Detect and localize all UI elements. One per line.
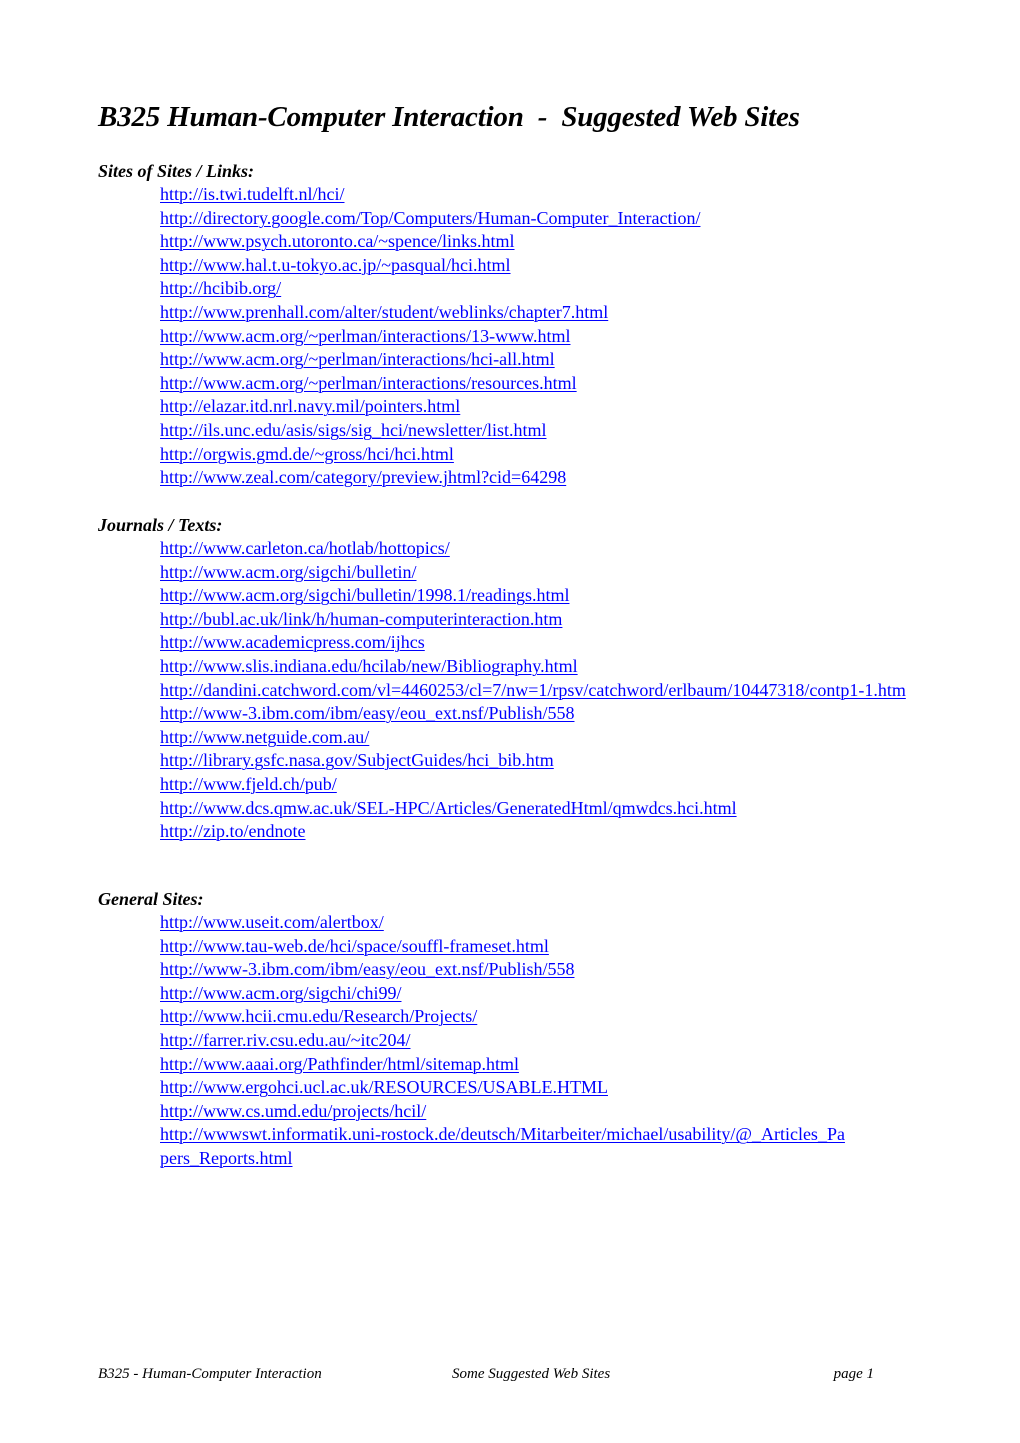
web-link[interactable]: http://www.hcii.cmu.edu/Research/Project…	[160, 1006, 477, 1026]
web-link[interactable]: http://elazar.itd.nrl.navy.mil/pointers.…	[160, 396, 460, 416]
list-item: http://dandini.catchword.com/vl=4460253/…	[160, 679, 950, 703]
list-item: http://www.ergohci.ucl.ac.uk/RESOURCES/U…	[160, 1076, 958, 1100]
list-item: http://www.dcs.qmw.ac.uk/SEL-HPC/Article…	[160, 797, 958, 821]
page-footer: B325 - Human-Computer Interaction Some S…	[98, 1364, 874, 1384]
web-link[interactable]: http://www.carleton.ca/hotlab/hottopics/	[160, 538, 450, 558]
list-item: http://www.fjeld.ch/pub/	[160, 773, 958, 797]
list-item: http://www.academicpress.com/ijhcs	[160, 631, 958, 655]
web-link[interactable]: http://www-3.ibm.com/ibm/easy/eou_ext.ns…	[160, 703, 574, 723]
list-item: http://www.acm.org/~perlman/interactions…	[160, 325, 958, 349]
section-sites-of-sites: Sites of Sites / Links: http://is.twi.tu…	[98, 159, 958, 490]
list-item: http://orgwis.gmd.de/~gross/hci/hci.html	[160, 443, 958, 467]
list-item: http://www.acm.org/sigchi/bulletin/1998.…	[160, 584, 958, 608]
list-item: http://www.hcii.cmu.edu/Research/Project…	[160, 1005, 958, 1029]
web-link[interactable]: http://bubl.ac.uk/link/h/human-computeri…	[160, 609, 562, 629]
web-link[interactable]: http://wwwswt.informatik.uni-rostock.de/…	[160, 1124, 845, 1168]
web-link[interactable]: http://directory.google.com/Top/Computer…	[160, 208, 700, 228]
web-link[interactable]: http://zip.to/endnote	[160, 821, 305, 841]
web-link[interactable]: http://is.twi.tudelft.nl/hci/	[160, 184, 345, 204]
web-link[interactable]: http://www.acm.org/~perlman/interactions…	[160, 349, 555, 369]
web-link[interactable]: http://library.gsfc.nasa.gov/SubjectGuid…	[160, 750, 554, 770]
link-list: http://www.carleton.ca/hotlab/hottopics/…	[98, 537, 958, 844]
page-title: B325 Human-Computer Interaction - Sugges…	[98, 101, 800, 133]
web-link[interactable]: http://www.useit.com/alertbox/	[160, 912, 384, 932]
list-item: http://www.acm.org/sigchi/bulletin/	[160, 561, 958, 585]
list-item: http://elazar.itd.nrl.navy.mil/pointers.…	[160, 395, 958, 419]
list-item: http://www-3.ibm.com/ibm/easy/eou_ext.ns…	[160, 958, 958, 982]
section-heading: Journals / Texts:	[98, 515, 223, 535]
web-link[interactable]: http://www.prenhall.com/alter/student/we…	[160, 302, 608, 322]
list-item: http://www.psych.utoronto.ca/~spence/lin…	[160, 230, 958, 254]
list-item: http://library.gsfc.nasa.gov/SubjectGuid…	[160, 749, 958, 773]
link-list: http://www.useit.com/alertbox/ http://ww…	[98, 911, 958, 1171]
list-item: http://www.cs.umd.edu/projects/hcil/	[160, 1100, 958, 1124]
web-link[interactable]: http://www.acm.org/sigchi/bulletin/	[160, 562, 416, 582]
web-link[interactable]: http://hcibib.org/	[160, 278, 281, 298]
list-item: http://hcibib.org/	[160, 277, 958, 301]
document-page: B325 Human-Computer Interaction - Sugges…	[0, 0, 1020, 1443]
link-list: http://is.twi.tudelft.nl/hci/ http://dir…	[98, 183, 958, 490]
list-item: http://www.tau-web.de/hci/space/souffl-f…	[160, 935, 958, 959]
footer-course-title: B325 - Human-Computer Interaction	[98, 1366, 322, 1382]
footer-document-title: Some Suggested Web Sites	[452, 1366, 611, 1382]
list-item: http://www.acm.org/~perlman/interactions…	[160, 372, 958, 396]
list-item: http://www.slis.indiana.edu/hcilab/new/B…	[160, 655, 958, 679]
list-item: http://is.twi.tudelft.nl/hci/	[160, 183, 958, 207]
web-link[interactable]: http://www.hal.t.u-tokyo.ac.jp/~pasqual/…	[160, 255, 511, 275]
list-item: http://zip.to/endnote	[160, 820, 958, 844]
list-item: http://www.prenhall.com/alter/student/we…	[160, 301, 958, 325]
web-link[interactable]: http://www.slis.indiana.edu/hcilab/new/B…	[160, 656, 578, 676]
web-link[interactable]: http://www.aaai.org/Pathfinder/html/site…	[160, 1054, 519, 1074]
web-link[interactable]: http://www.fjeld.ch/pub/	[160, 774, 337, 794]
web-link[interactable]: http://dandini.catchword.com/vl=4460253/…	[160, 680, 906, 700]
web-link[interactable]: http://www.psych.utoronto.ca/~spence/lin…	[160, 231, 515, 251]
list-item: http://directory.google.com/Top/Computer…	[160, 207, 958, 231]
web-link[interactable]: http://www.acm.org/~perlman/interactions…	[160, 373, 577, 393]
web-link[interactable]: http://www.cs.umd.edu/projects/hcil/	[160, 1101, 426, 1121]
web-link[interactable]: http://www.ergohci.ucl.ac.uk/RESOURCES/U…	[160, 1077, 608, 1097]
section-journals-texts: Journals / Texts: http://www.carleton.ca…	[98, 513, 958, 844]
list-item: http://www.acm.org/~perlman/interactions…	[160, 348, 958, 372]
list-item: http://farrer.riv.csu.edu.au/~itc204/	[160, 1029, 958, 1053]
web-link[interactable]: http://farrer.riv.csu.edu.au/~itc204/	[160, 1030, 411, 1050]
section-heading: Sites of Sites / Links:	[98, 161, 255, 181]
web-link[interactable]: http://www.tau-web.de/hci/space/souffl-f…	[160, 936, 549, 956]
list-item: http://wwwswt.informatik.uni-rostock.de/…	[160, 1123, 850, 1170]
section-general-sites: General Sites: http://www.useit.com/aler…	[98, 887, 958, 1171]
section-heading: General Sites:	[98, 889, 204, 909]
list-item: http://www.useit.com/alertbox/	[160, 911, 958, 935]
web-link[interactable]: http://www-3.ibm.com/ibm/easy/eou_ext.ns…	[160, 959, 574, 979]
web-link[interactable]: http://www.acm.org/~perlman/interactions…	[160, 326, 571, 346]
web-link[interactable]: http://ils.unc.edu/asis/sigs/sig_hci/new…	[160, 420, 546, 440]
list-item: http://www.acm.org/sigchi/chi99/	[160, 982, 958, 1006]
web-link[interactable]: http://www.zeal.com/category/preview.jht…	[160, 467, 566, 487]
web-link[interactable]: http://www.acm.org/sigchi/bulletin/1998.…	[160, 585, 569, 605]
list-item: http://www-3.ibm.com/ibm/easy/eou_ext.ns…	[160, 702, 958, 726]
web-link[interactable]: http://www.academicpress.com/ijhcs	[160, 632, 425, 652]
web-link[interactable]: http://www.dcs.qmw.ac.uk/SEL-HPC/Article…	[160, 798, 737, 818]
list-item: http://www.aaai.org/Pathfinder/html/site…	[160, 1053, 958, 1077]
list-item: http://www.hal.t.u-tokyo.ac.jp/~pasqual/…	[160, 254, 958, 278]
web-link[interactable]: http://www.acm.org/sigchi/chi99/	[160, 983, 401, 1003]
footer-page-number: page 1	[833, 1366, 874, 1382]
list-item: http://www.netguide.com.au/	[160, 726, 958, 750]
list-item: http://bubl.ac.uk/link/h/human-computeri…	[160, 608, 958, 632]
list-item: http://www.zeal.com/category/preview.jht…	[160, 466, 958, 490]
web-link[interactable]: http://orgwis.gmd.de/~gross/hci/hci.html	[160, 444, 454, 464]
list-item: http://ils.unc.edu/asis/sigs/sig_hci/new…	[160, 419, 958, 443]
web-link[interactable]: http://www.netguide.com.au/	[160, 727, 369, 747]
list-item: http://www.carleton.ca/hotlab/hottopics/	[160, 537, 958, 561]
